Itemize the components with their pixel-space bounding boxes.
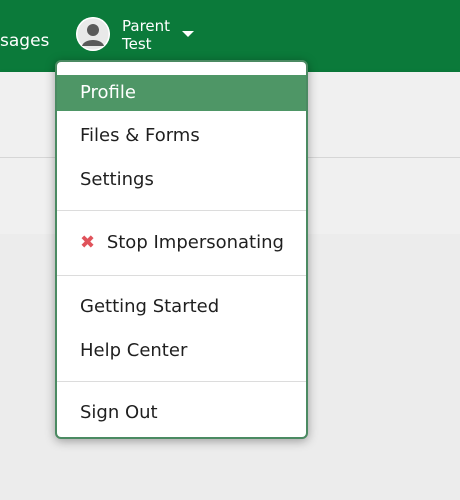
menu-item-label: Profile xyxy=(80,82,136,103)
menu-divider xyxy=(57,210,306,211)
menu-item-label: Help Center xyxy=(80,340,188,361)
user-first-name: Parent xyxy=(122,17,171,35)
user-name: Parent Test xyxy=(122,17,170,53)
user-avatar-icon xyxy=(76,17,110,51)
menu-item-settings[interactable]: Settings xyxy=(57,162,306,198)
user-menu-button[interactable]: Parent Test xyxy=(74,14,204,58)
avatar xyxy=(76,17,110,51)
menu-item-label: Getting Started xyxy=(80,296,220,317)
menu-divider xyxy=(57,275,306,276)
user-dropdown-menu: Profile Files & Forms Settings ✖ Stop Im… xyxy=(55,60,308,439)
menu-item-files-forms[interactable]: Files & Forms xyxy=(57,118,306,154)
close-icon: ✖ xyxy=(80,232,96,253)
nav-item-messages[interactable]: sages xyxy=(0,31,49,51)
menu-item-label: Settings xyxy=(80,169,154,190)
menu-item-label: Stop Impersonating xyxy=(106,232,284,253)
menu-item-profile[interactable]: Profile xyxy=(57,75,306,111)
menu-item-label: Files & Forms xyxy=(80,125,200,146)
menu-item-help-center[interactable]: Help Center xyxy=(57,333,306,369)
menu-item-label: Sign Out xyxy=(80,402,158,423)
user-last-name: Test xyxy=(122,35,152,53)
menu-item-getting-started[interactable]: Getting Started xyxy=(57,289,306,325)
menu-item-sign-out[interactable]: Sign Out xyxy=(57,395,306,431)
menu-divider xyxy=(57,381,306,382)
caret-down-icon xyxy=(182,31,194,37)
menu-item-stop-impersonating[interactable]: ✖ Stop Impersonating xyxy=(57,225,306,261)
